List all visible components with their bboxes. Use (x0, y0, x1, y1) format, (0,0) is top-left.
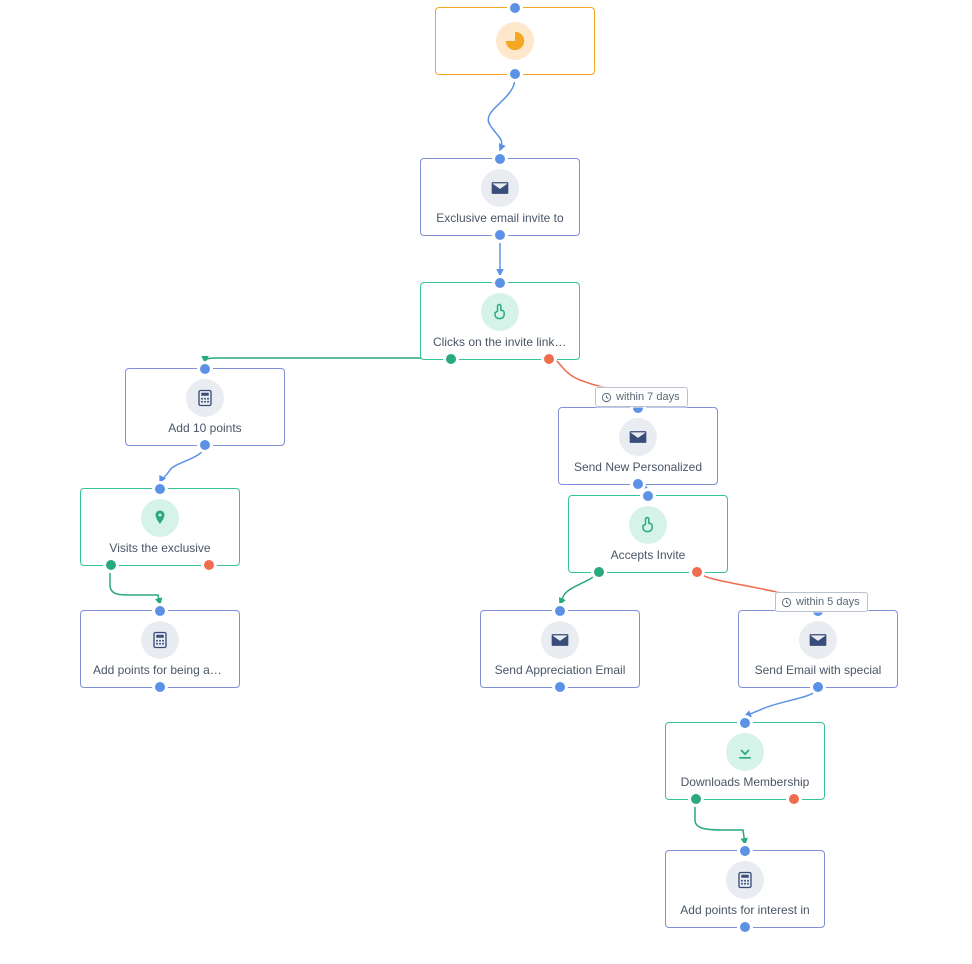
envelope-icon (619, 418, 657, 456)
download-icon (726, 733, 764, 771)
calculator-icon (141, 621, 179, 659)
campaign-canvas[interactable]: Exclusive email invite to Clicks on the … (0, 0, 972, 964)
envelope-icon (481, 169, 519, 207)
calculator-icon (726, 861, 764, 899)
node-email-special[interactable]: Send Email with special (738, 610, 898, 688)
node-decision-downloads-membership[interactable]: Downloads Membership (665, 722, 825, 800)
pie-icon (496, 22, 534, 60)
node-decision-visits-exclusive[interactable]: Visits the exclusive (80, 488, 240, 566)
node-label: Add points for being active (89, 663, 231, 679)
node-decision-accepts-invite[interactable]: Accepts Invite (568, 495, 728, 573)
node-label: Send Appreciation Email (489, 663, 631, 679)
node-decision-clicks-invite[interactable]: Clicks on the invite link in (420, 282, 580, 360)
node-label: Accepts Invite (577, 548, 719, 564)
node-email-appreciation[interactable]: Send Appreciation Email (480, 610, 640, 688)
delay-pill-5-days[interactable]: within 5 days (775, 592, 868, 612)
pointer-icon (629, 506, 667, 544)
envelope-icon (541, 621, 579, 659)
node-action-add-10-points[interactable]: Add 10 points (125, 368, 285, 446)
node-segment-start[interactable] (435, 7, 595, 75)
delay-pill-7-days[interactable]: within 7 days (595, 387, 688, 407)
node-email-exclusive-invite[interactable]: Exclusive email invite to (420, 158, 580, 236)
edge-n3-n4 (205, 358, 450, 362)
delay-label: within 7 days (616, 391, 680, 403)
node-email-new-personalized[interactable]: Send New Personalized (558, 407, 718, 485)
node-label: Downloads Membership (674, 775, 816, 791)
edge-n8-n9 (560, 570, 598, 604)
node-label: Send Email with special (747, 663, 889, 679)
node-label: Visits the exclusive (89, 541, 231, 557)
node-label: Exclusive email invite to (429, 211, 571, 227)
clock-icon (781, 597, 792, 608)
delay-label: within 5 days (796, 596, 860, 608)
connector-layer (0, 0, 972, 964)
node-label: Send New Personalized (567, 460, 709, 476)
calculator-icon (186, 379, 224, 417)
node-action-add-points-active[interactable]: Add points for being active (80, 610, 240, 688)
edge-n5-n6 (110, 565, 160, 604)
envelope-icon (799, 621, 837, 659)
edge-n1-n2 (488, 78, 515, 150)
pointer-icon (481, 293, 519, 331)
node-action-add-points-interest[interactable]: Add points for interest in (665, 850, 825, 928)
node-label: Add 10 points (134, 421, 276, 437)
map-pin-icon (141, 499, 179, 537)
edge-n11-n12 (695, 798, 745, 844)
node-label: Clicks on the invite link in (429, 335, 571, 351)
edge-n4-n5 (160, 445, 205, 482)
clock-icon (601, 392, 612, 403)
edge-n10-n11 (745, 687, 818, 716)
node-label: Add points for interest in (674, 903, 816, 919)
